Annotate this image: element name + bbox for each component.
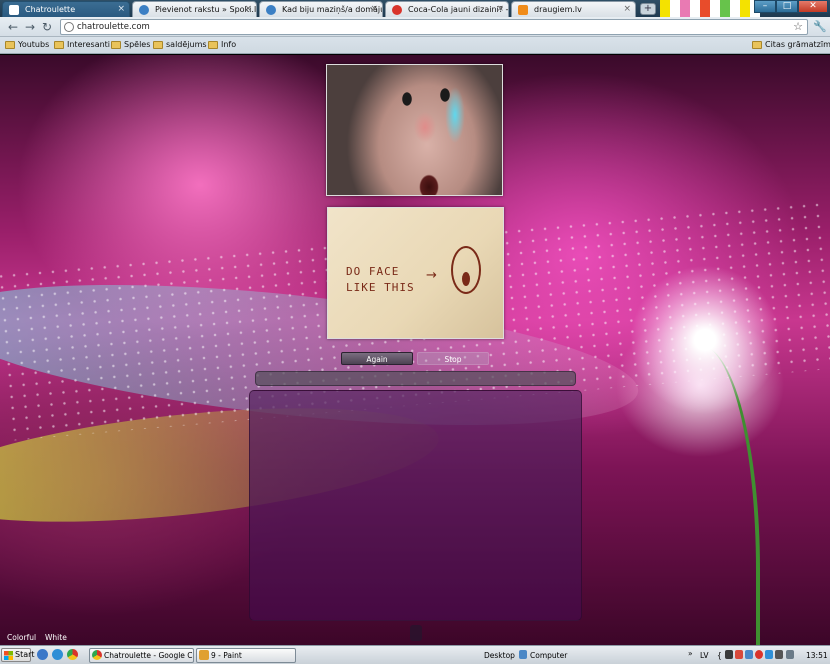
tab-spoki[interactable]: Pievienot rakstu » Spoki.lv ×	[132, 1, 257, 17]
folder-icon	[208, 41, 218, 49]
maximize-button[interactable]: □	[776, 0, 798, 13]
address-text: chatroulette.com	[77, 22, 150, 32]
bookmarks-bar: Youtubs Interesanti Spēles saldējums Inf…	[0, 37, 830, 54]
bookmark-label: Spēles	[124, 40, 151, 49]
tab-close-icon[interactable]: ×	[496, 2, 504, 17]
theme-white-link[interactable]: White	[45, 633, 67, 642]
window-controls: – □ ✕	[754, 0, 828, 13]
clock[interactable]: 13:51	[806, 651, 828, 660]
folder-icon	[111, 41, 121, 49]
chat-input[interactable]	[255, 371, 576, 386]
tab-coca-cola[interactable]: Coca-Cola jauni dizaini? - ... ×	[385, 1, 509, 17]
tray-app-icon[interactable]	[735, 650, 743, 659]
paint-icon	[199, 650, 209, 660]
wrench-icon[interactable]: 🔧	[813, 20, 827, 33]
tab-close-icon[interactable]: ×	[244, 2, 252, 17]
start-button[interactable]: Start	[1, 648, 35, 662]
tab-label: Pievienot rakstu » Spoki.lv	[155, 5, 257, 14]
arrow-drawing: →	[426, 268, 437, 283]
tab-bar: Chatroulette × Pievienot rakstu » Spoki.…	[0, 0, 830, 17]
tab-close-icon[interactable]: ×	[370, 2, 378, 17]
stranger-video	[326, 64, 503, 196]
new-tab-button[interactable]: +	[640, 3, 656, 15]
task-label: 9 - Paint	[211, 651, 242, 660]
theme-stripes	[660, 0, 760, 17]
scroll-handle[interactable]	[410, 625, 422, 641]
back-arrow-icon[interactable]: ←	[6, 20, 20, 34]
tab-label: Chatroulette	[25, 5, 76, 14]
tray-app-icon[interactable]	[775, 650, 783, 659]
close-window-button[interactable]: ✕	[798, 0, 828, 13]
theme-colorful-link[interactable]: Colorful	[7, 633, 36, 642]
bookmark-info[interactable]: Info	[208, 40, 236, 50]
network-icon[interactable]	[745, 650, 753, 659]
folder-icon	[752, 41, 762, 49]
taskbar: Start Chatroulette - Google C... 9 - Pai…	[0, 645, 830, 664]
volume-icon[interactable]	[786, 650, 794, 659]
tab-close-icon[interactable]: ×	[117, 2, 125, 17]
media-icon[interactable]	[52, 649, 63, 660]
tab-chatroulette[interactable]: Chatroulette ×	[2, 1, 130, 17]
bookmark-star-icon[interactable]: ☆	[793, 20, 803, 34]
bookmark-interesanti[interactable]: Interesanti	[54, 40, 110, 50]
face-drawing	[451, 246, 481, 294]
coca-cola-favicon-icon	[392, 5, 402, 15]
browser-toolbar: ← → ↻ chatroulette.com ☆ 🔧	[0, 17, 830, 37]
tab-label: Coca-Cola jauni dizaini? - ...	[408, 5, 509, 14]
folder-icon	[153, 41, 163, 49]
task-paint[interactable]: 9 - Paint	[196, 648, 296, 663]
handwritten-note: DO FACE LIKE THIS	[346, 265, 415, 294]
bookmark-youtubs[interactable]: Youtubs	[5, 40, 49, 50]
tray-separator: {	[717, 651, 722, 660]
minimize-button[interactable]: –	[754, 0, 776, 13]
language-indicator[interactable]: LV	[700, 651, 709, 660]
address-bar[interactable]: chatroulette.com ☆	[60, 19, 808, 35]
tray-app-icon[interactable]	[765, 650, 773, 659]
chrome-icon	[92, 650, 102, 660]
tab-draugiem[interactable]: draugiem.lv ×	[511, 1, 636, 17]
bookmark-label: saldējums	[166, 40, 207, 49]
bookmark-label: Citas grāmatzīmes	[765, 40, 830, 49]
page-icon	[9, 5, 19, 15]
computer-icon	[519, 650, 527, 659]
task-label: Chatroulette - Google C...	[104, 651, 194, 660]
bookmark-speles[interactable]: Spēles	[111, 40, 150, 50]
spoki-favicon-icon	[266, 5, 276, 15]
tab-label: draugiem.lv	[534, 5, 582, 14]
self-video: DO FACE LIKE THIS →	[327, 207, 504, 339]
bookmark-label: Interesanti	[67, 40, 111, 49]
bookmark-label: Info	[221, 40, 237, 49]
task-chatroulette[interactable]: Chatroulette - Google C...	[89, 648, 194, 663]
bookmark-label: Youtubs	[18, 40, 50, 49]
spoki-favicon-icon	[139, 5, 149, 15]
chatroulette-page: DO FACE LIKE THIS → Again Stop Colorful …	[0, 55, 830, 645]
folder-icon	[5, 41, 15, 49]
start-label: Start	[15, 650, 35, 659]
stop-button[interactable]: Stop	[417, 352, 489, 365]
dandelion-head	[630, 265, 780, 415]
expand-toolbar-icon[interactable]: »	[688, 649, 693, 658]
forward-arrow-icon[interactable]: →	[23, 20, 37, 34]
folder-icon	[54, 41, 64, 49]
windows-logo-icon	[4, 651, 13, 660]
again-button[interactable]: Again	[341, 352, 413, 365]
other-bookmarks[interactable]: Citas grāmatzīmes	[752, 40, 830, 50]
desktop-toolbar[interactable]: Desktop	[484, 651, 515, 660]
globe-icon	[64, 22, 74, 32]
ie-icon[interactable]	[37, 649, 48, 660]
chrome-icon[interactable]	[67, 649, 78, 660]
tray-app-icon[interactable]	[725, 650, 733, 659]
tab-close-icon[interactable]: ×	[623, 2, 631, 17]
computer-toolbar[interactable]: Computer	[530, 651, 567, 660]
tray-app-icon[interactable]	[755, 650, 763, 659]
tab-label: Kad biju maziņš/a domāju...	[282, 5, 383, 14]
draugiem-favicon-icon	[518, 5, 528, 15]
reload-icon[interactable]: ↻	[40, 20, 54, 34]
chat-log	[249, 390, 582, 621]
bookmark-saldejums[interactable]: saldējums	[153, 40, 207, 50]
tab-kad-biju[interactable]: Kad biju maziņš/a domāju... ×	[259, 1, 383, 17]
